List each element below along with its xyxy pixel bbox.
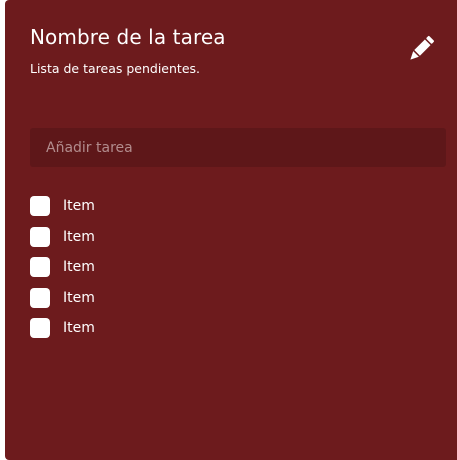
add-task-input[interactable] bbox=[30, 128, 446, 167]
task-checkbox[interactable] bbox=[30, 318, 50, 339]
list-item: Item bbox=[30, 191, 95, 222]
list-item: Item bbox=[30, 222, 95, 253]
task-checkbox[interactable] bbox=[30, 287, 50, 308]
task-checkbox[interactable] bbox=[30, 257, 50, 278]
task-label: Item bbox=[63, 228, 95, 245]
list-item: Item bbox=[30, 252, 95, 283]
task-label: Item bbox=[63, 289, 95, 306]
edit-button[interactable] bbox=[405, 33, 437, 65]
pencil-icon bbox=[410, 35, 435, 60]
card-subtitle: Lista de tareas pendientes. bbox=[30, 61, 200, 76]
task-list: Item Item Item Item Item bbox=[30, 191, 95, 344]
task-label: Item bbox=[63, 259, 95, 276]
todo-card: Nombre de la tarea Lista de tareas pendi… bbox=[5, 0, 457, 460]
task-label: Item bbox=[63, 320, 95, 337]
card-title: Nombre de la tarea bbox=[30, 25, 226, 49]
task-checkbox[interactable] bbox=[30, 226, 50, 247]
task-label: Item bbox=[63, 198, 95, 215]
list-item: Item bbox=[30, 283, 95, 314]
list-item: Item bbox=[30, 313, 95, 344]
task-checkbox[interactable] bbox=[30, 196, 50, 217]
